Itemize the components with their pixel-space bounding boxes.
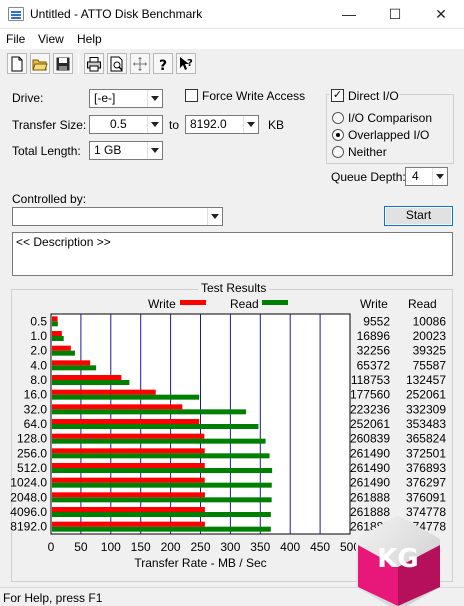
total-length-label: Total Length: bbox=[12, 144, 81, 158]
transfer-from-value: 0.5 bbox=[110, 117, 127, 131]
kb-label: KB bbox=[268, 118, 285, 132]
transfer-to-value: 8192.0 bbox=[190, 117, 227, 131]
description-field[interactable]: << Description >> bbox=[12, 232, 453, 276]
overlapped-io-label: Overlapped I/O bbox=[348, 128, 430, 142]
maximize-button[interactable]: ☐ bbox=[372, 0, 418, 29]
new-icon[interactable] bbox=[7, 53, 27, 74]
total-length-value: 1 GB bbox=[94, 143, 122, 157]
toolbar: ? ? bbox=[0, 49, 464, 79]
write-legend-label: Write bbox=[148, 297, 176, 311]
to-label: to bbox=[169, 118, 180, 132]
controlled-by-select[interactable] bbox=[12, 207, 223, 226]
print-icon[interactable] bbox=[84, 53, 104, 74]
results-title: Test Results bbox=[198, 281, 270, 295]
neither-radio[interactable] bbox=[332, 146, 344, 158]
transfer-size-label: Transfer Size: bbox=[12, 118, 87, 132]
title-bar: Untitled - ATTO Disk Benchmark — ☐ ✕ bbox=[0, 0, 464, 29]
kitguru-logo-icon: KG bbox=[356, 515, 440, 606]
menu-view[interactable]: View bbox=[38, 32, 64, 46]
save-icon[interactable] bbox=[53, 53, 73, 74]
logo-text: KG bbox=[377, 544, 419, 574]
controlled-by-label: Controlled by: bbox=[12, 192, 87, 206]
close-button[interactable]: ✕ bbox=[418, 0, 464, 29]
move-icon[interactable] bbox=[130, 53, 150, 74]
chevron-down-icon bbox=[147, 116, 162, 133]
chevron-down-icon bbox=[432, 168, 447, 185]
toolbar-separator bbox=[78, 54, 79, 73]
menu-bar: File View Help bbox=[0, 29, 464, 49]
menu-file[interactable]: File bbox=[6, 32, 25, 46]
direct-io-checkbox[interactable]: ✓ bbox=[331, 89, 344, 102]
force-write-checkbox[interactable] bbox=[185, 89, 198, 102]
drive-label: Drive: bbox=[12, 91, 44, 105]
io-comparison-label: I/O Comparison bbox=[348, 111, 433, 125]
overlapped-io-radio[interactable] bbox=[332, 129, 344, 141]
total-length-select[interactable]: 1 GB bbox=[89, 141, 163, 160]
window-title: Untitled - ATTO Disk Benchmark bbox=[30, 7, 203, 21]
read-legend-label: Read bbox=[230, 297, 259, 311]
svg-text:?: ? bbox=[159, 58, 167, 72]
print-preview-icon[interactable] bbox=[107, 53, 127, 74]
queue-depth-label: Queue Depth: bbox=[331, 170, 406, 184]
transfer-from-select[interactable]: 0.5 bbox=[89, 115, 163, 134]
io-comparison-radio[interactable] bbox=[332, 112, 344, 124]
status-text: For Help, press F1 bbox=[3, 591, 103, 605]
chevron-down-icon bbox=[147, 142, 162, 159]
read-legend-swatch bbox=[262, 300, 288, 305]
transfer-to-select[interactable]: 8192.0 bbox=[185, 115, 259, 134]
chevron-down-icon bbox=[147, 90, 162, 107]
write-column-header: Write bbox=[360, 297, 388, 311]
minimize-button[interactable]: — bbox=[326, 0, 372, 29]
neither-label: Neither bbox=[348, 145, 387, 159]
force-write-label: Force Write Access bbox=[202, 89, 306, 103]
queue-depth-select[interactable]: 4 bbox=[405, 167, 448, 186]
menu-help[interactable]: Help bbox=[77, 32, 102, 46]
queue-depth-value: 4 bbox=[412, 169, 419, 183]
svg-text:?: ? bbox=[187, 58, 193, 69]
read-column-header: Read bbox=[408, 297, 437, 311]
drive-select[interactable]: [-e-] bbox=[89, 89, 163, 108]
context-help-icon[interactable]: ? bbox=[176, 53, 196, 74]
start-button[interactable]: Start bbox=[384, 206, 453, 226]
open-icon[interactable] bbox=[30, 53, 50, 74]
chevron-down-icon bbox=[243, 116, 258, 133]
chevron-down-icon bbox=[207, 208, 222, 225]
app-icon bbox=[8, 7, 24, 21]
help-icon[interactable]: ? bbox=[153, 53, 173, 74]
drive-value: [-e-] bbox=[94, 91, 116, 105]
write-legend-swatch bbox=[180, 300, 206, 305]
direct-io-label: Direct I/O bbox=[348, 89, 399, 103]
